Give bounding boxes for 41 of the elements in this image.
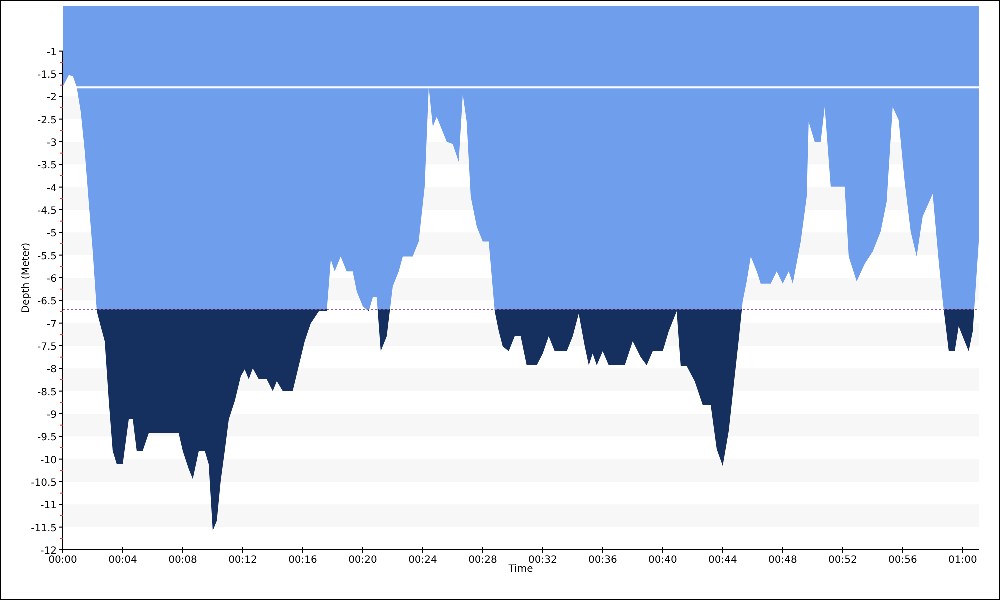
y-tick-label: -3.5 <box>37 160 57 172</box>
y-tick-label: -2.5 <box>37 115 57 126</box>
x-tick-label: 01:00 <box>948 555 978 566</box>
y-tick-label: -11 <box>40 500 57 512</box>
x-tick-label: 00:36 <box>588 555 618 566</box>
y-tick-label: -2 <box>47 92 57 104</box>
y-tick-label: -10.5 <box>31 478 57 489</box>
y-tick-label: -5.5 <box>37 251 57 262</box>
x-tick-label: 00:28 <box>468 555 498 566</box>
y-tick-label: -7 <box>47 319 57 330</box>
x-axis-title: Time <box>508 564 534 575</box>
x-tick-label: 00:44 <box>708 555 738 566</box>
x-tick-label: 00:52 <box>828 555 858 566</box>
x-tick-label: 00:32 <box>528 555 558 566</box>
y-tick-label: -8.5 <box>37 387 57 398</box>
y-tick-label: -7.5 <box>37 342 57 353</box>
y-axis-title: Depth (Meter) <box>21 242 32 314</box>
x-tick-label: 00:08 <box>168 555 198 566</box>
y-tick-label: -11.5 <box>31 523 57 534</box>
y-tick-label: -3 <box>47 138 57 149</box>
y-tick-label: -12 <box>40 546 57 557</box>
y-tick-label: -10 <box>40 455 57 466</box>
y-tick-label: -9.5 <box>37 432 57 444</box>
y-tick-label: -9 <box>47 410 57 421</box>
x-tick-label: 00:40 <box>648 555 678 566</box>
y-tick-label: -5 <box>47 228 57 240</box>
y-tick-label: -1.5 <box>37 70 57 81</box>
y-tick-label: -6 <box>47 274 57 285</box>
x-tick-label: 00:12 <box>228 555 258 566</box>
x-tick-label: 00:24 <box>408 555 438 566</box>
x-tick-label: 00:16 <box>288 555 318 566</box>
y-tick-label: -6.5 <box>37 296 57 308</box>
x-tick-label: 00:20 <box>348 555 378 566</box>
y-tick-label: -1 <box>47 47 57 58</box>
y-tick-label: -4 <box>47 183 57 194</box>
x-tick-label: 00:56 <box>888 555 918 566</box>
x-tick-label: 00:00 <box>48 555 78 566</box>
y-tick-label: -4.5 <box>37 206 57 217</box>
x-tick-label: 00:04 <box>108 555 138 566</box>
y-tick-label: -8 <box>47 364 57 376</box>
x-tick-label: 00:48 <box>768 555 798 566</box>
